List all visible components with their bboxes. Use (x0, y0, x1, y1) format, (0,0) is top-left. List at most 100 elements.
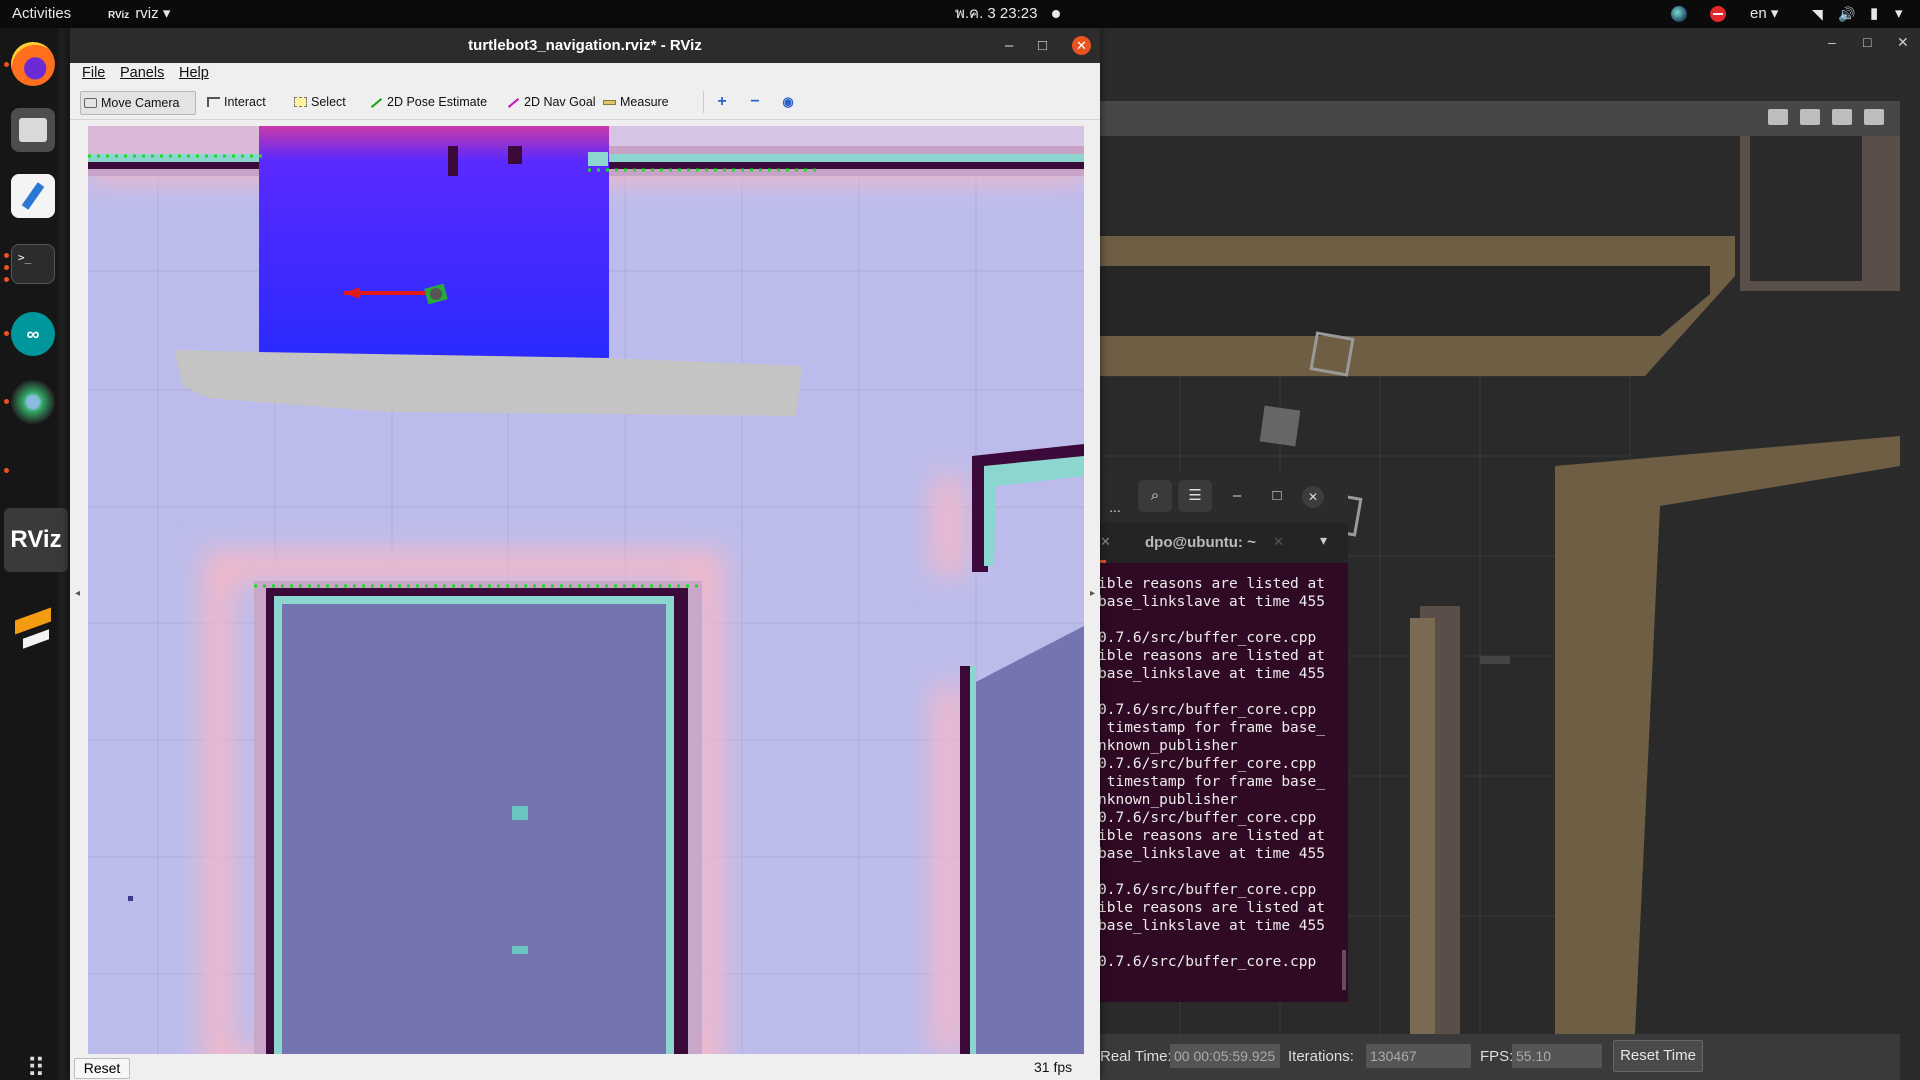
left-panel-collapse-icon[interactable]: ◂ (75, 588, 81, 599)
maximize-icon[interactable]: □ (1038, 28, 1047, 63)
remove-tool-minus-icon[interactable]: − (745, 91, 765, 113)
system-menu-chevron-icon[interactable]: ▾ (1895, 0, 1903, 28)
gazebo-toolbar (1100, 101, 1900, 136)
menu-help[interactable]: Help (179, 65, 209, 81)
maximize-icon[interactable]: □ (1863, 34, 1871, 50)
rviz-window: turtlebot3_navigation.rviz* - RViz – □ ✕… (70, 28, 1100, 1080)
video-record-icon[interactable] (1864, 109, 1884, 125)
interact-tool[interactable]: Interact (204, 91, 266, 115)
close-icon[interactable]: ✕ (1302, 486, 1324, 508)
minimize-icon[interactable]: – (1828, 34, 1836, 50)
volume-icon[interactable]: 🔊 (1838, 0, 1855, 28)
network-status-icon[interactable] (1671, 6, 1687, 22)
screenshot-camera-icon[interactable] (1768, 109, 1788, 125)
files-icon[interactable] (11, 108, 55, 152)
terminal-line: base_linkslave at time 455 (1098, 666, 1325, 682)
pose-estimate-tool[interactable]: 2D Pose Estimate (367, 91, 487, 115)
nav-goal-tool[interactable]: 2D Nav Goal (504, 91, 596, 115)
maximize-icon[interactable]: □ (1260, 480, 1294, 512)
tools-toolbar: Move Camera Interact Select 2D Pose Esti… (70, 85, 1100, 120)
running-indicator (4, 265, 9, 270)
terminal-line: base_linkslave at time 455 (1098, 918, 1325, 934)
pose-estimate-label: 2D Pose Estimate (387, 95, 488, 109)
terminal-line: base_linkslave at time 455 (1098, 594, 1325, 610)
reset-button[interactable]: Reset (74, 1058, 130, 1079)
costmap-render (88, 126, 1084, 1054)
chevron-down-icon: ▾ (162, 5, 171, 22)
move-camera-tool[interactable]: Move Camera (80, 91, 196, 115)
close-tab-icon[interactable]: ✕ (1273, 534, 1284, 550)
minimize-icon[interactable]: – (1005, 28, 1013, 63)
search-icon[interactable]: ⌕ (1138, 480, 1172, 512)
window-title-text: turtlebot3_navigation.rviz* - RViz (468, 37, 702, 54)
close-icon[interactable]: ✕ (1072, 36, 1091, 55)
select-tool[interactable]: Select (291, 91, 346, 115)
terminal-line: ible reasons are listed at (1098, 576, 1325, 592)
right-panel-collapse-icon[interactable]: ▸ (1090, 588, 1096, 599)
camera-type-eye-icon[interactable]: ◉ (778, 91, 798, 113)
hamburger-menu-icon[interactable]: ☰ (1178, 480, 1212, 512)
measure-label: Measure (620, 95, 669, 109)
running-indicator (4, 62, 9, 67)
iterations-label: Iterations: (1288, 1048, 1354, 1065)
toolbar-separator (703, 91, 704, 113)
running-indicator (4, 468, 9, 473)
terminal-line: ible reasons are listed at (1098, 648, 1325, 664)
menu-file[interactable]: File (82, 65, 105, 81)
activities-button[interactable]: Activities (12, 0, 71, 28)
terminal-icon[interactable]: >_ (11, 244, 55, 284)
rviz-icon[interactable]: RViz (4, 508, 68, 572)
window-title: turtlebot3_navigation.rviz* - RViz (70, 28, 1100, 63)
render-viewport[interactable] (88, 126, 1084, 1054)
menu-panels[interactable]: Panels (120, 65, 164, 81)
fps-value: 55.10 (1512, 1044, 1602, 1068)
real-time-value: 00 00:05:59.925 (1170, 1044, 1280, 1068)
language-selector[interactable]: en ▾ (1750, 0, 1778, 28)
terminal-line: 0.7.6/src/buffer_core.cpp (1098, 702, 1317, 718)
add-tool-plus-icon[interactable]: + (712, 91, 732, 113)
iterations-value: 130467 (1366, 1044, 1471, 1068)
minimize-icon[interactable]: – (1220, 480, 1254, 512)
arduino-icon[interactable]: ∞ (11, 312, 55, 356)
running-indicator (4, 331, 9, 336)
terminal-line: 0.7.6/src/buffer_core.cpp (1098, 810, 1317, 826)
terminal-line: timestamp for frame base_ (1098, 774, 1325, 790)
terminal-scrollbar[interactable] (1342, 950, 1346, 990)
terminal-output[interactable]: ible reasons are listed at base_linkslave… (1098, 575, 1348, 971)
reset-time-button[interactable]: Reset Time (1613, 1040, 1703, 1072)
tab-list-chevron-icon[interactable]: ▾ (1320, 532, 1327, 549)
gazebo-icon[interactable] (11, 380, 55, 424)
sublime-text-icon[interactable] (11, 608, 55, 652)
move-camera-label: Move Camera (101, 96, 180, 110)
overflow-dots-icon: ... (1109, 499, 1121, 515)
wifi-icon[interactable]: ◥ (1812, 0, 1823, 28)
log-icon[interactable] (1800, 109, 1820, 125)
chevron-down-icon: ▾ (1770, 5, 1779, 22)
clock[interactable]: พ.ค. 3 23:23 (955, 0, 1037, 28)
close-icon[interactable]: ✕ (1897, 34, 1909, 51)
terminal-line: base_linkslave at time 455 (1098, 846, 1325, 862)
battery-icon[interactable]: ▮ (1870, 0, 1878, 28)
firefox-icon[interactable] (11, 42, 55, 86)
terminal-line: nknown_publisher (1098, 792, 1238, 808)
gazebo-statusbar: Real Time: 00 00:05:59.925 Iterations: 1… (1100, 1034, 1900, 1080)
green-arrow-icon (370, 98, 383, 108)
plot-icon[interactable] (1832, 109, 1852, 125)
top-bar: Activities RViz rviz ▾ พ.ค. 3 23:23 en ▾ … (0, 0, 1920, 28)
close-tab-icon[interactable]: ✕ (1100, 534, 1111, 550)
language-label: en (1750, 5, 1767, 22)
select-box-icon (294, 97, 307, 107)
app-menu[interactable]: RViz rviz ▾ (108, 0, 170, 28)
terminal-tab-title[interactable]: dpo@ubuntu: ~ (1145, 534, 1256, 551)
terminal-line: 0.7.6/src/buffer_core.cpp (1098, 630, 1317, 646)
show-applications-grid-icon[interactable]: ⠿ (20, 1052, 52, 1080)
menu-bar: File Panels Help (70, 63, 1100, 85)
hand-pointer-icon (207, 97, 220, 107)
measure-tool[interactable]: Measure (600, 91, 669, 115)
terminal-line: nknown_publisher (1098, 738, 1238, 754)
do-not-disturb-icon[interactable] (1710, 6, 1726, 22)
text-editor-icon[interactable] (11, 174, 55, 218)
